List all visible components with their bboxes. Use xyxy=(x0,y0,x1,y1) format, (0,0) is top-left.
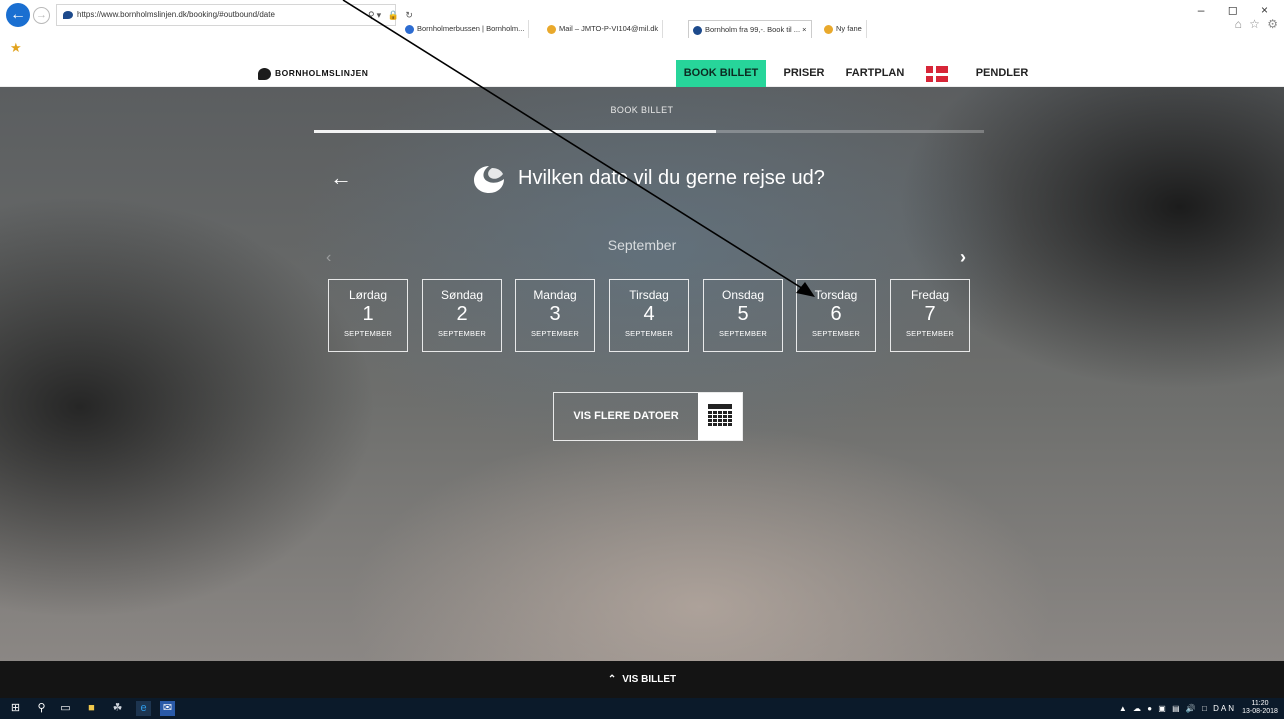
day-card[interactable]: Søndag 2 SEPTEMBER xyxy=(422,279,502,352)
day-date: 6 xyxy=(830,303,842,325)
task-view-icon[interactable]: ▭ xyxy=(58,701,73,716)
logo-mark-icon xyxy=(258,67,271,80)
system-tray[interactable]: ▲ ☁ ● ▣ ▤ 🔊 □ DAN xyxy=(1119,701,1236,716)
day-card[interactable]: Torsdag 6 SEPTEMBER xyxy=(796,279,876,352)
search-icon[interactable]: ⚲ xyxy=(34,701,49,716)
internet-explorer-icon[interactable]: e xyxy=(136,701,151,716)
tab-favicon-icon xyxy=(824,24,833,34)
month-label: September xyxy=(607,237,677,253)
nav-book-ticket[interactable]: BOOK BILLET xyxy=(676,60,766,87)
back-button[interactable]: ← xyxy=(6,3,30,27)
site-favicon-icon xyxy=(63,10,73,19)
day-month: SEPTEMBER xyxy=(811,329,861,338)
tab-mail[interactable]: Mail – JMTO-P-VI104@mil.dk xyxy=(543,20,664,38)
tab-favicon-icon xyxy=(405,24,414,34)
tab-label: Ny fane xyxy=(836,24,862,33)
window-controls[interactable]: – ◻ × xyxy=(1198,3,1278,17)
windows-taskbar: ⊞ ⚲ ▭ ■ ☘ e ✉ ▲ ☁ ● ▣ ▤ 🔊 □ DAN 11:20 13… xyxy=(0,698,1284,719)
tab-label: Mail – JMTO-P-VI104@mil.dk xyxy=(559,24,659,33)
day-weekday: Mandag xyxy=(533,288,577,302)
clock-date: 13-08-2018 xyxy=(1242,708,1278,715)
day-date: 1 xyxy=(362,303,374,325)
progress-fill xyxy=(314,130,716,133)
site-logo[interactable]: BORNHOLMSLINJEN xyxy=(258,67,368,80)
day-date: 7 xyxy=(924,303,936,325)
tab-new[interactable]: Ny fane xyxy=(820,20,867,38)
address-bar[interactable]: https://www.bornholmslinjen.dk/booking/#… xyxy=(56,4,396,26)
next-days-chevron-icon[interactable]: › xyxy=(960,247,966,268)
previous-days-chevron-icon[interactable]: ‹ xyxy=(326,249,331,267)
tab-bornholmerbussen[interactable]: Bornholmerbussen | Bornholm... xyxy=(401,20,530,38)
bornholmslinjen-logo-icon xyxy=(474,166,504,193)
favorites-star-icon[interactable]: ★ xyxy=(10,40,22,56)
site-header: BORNHOLMSLINJEN BOOK BILLET PRISER FARTP… xyxy=(0,60,1284,87)
day-card[interactable]: Fredag 7 SEPTEMBER xyxy=(890,279,970,352)
tab-label: Bornholm fra 99,-. Book til ... × xyxy=(705,25,807,34)
progress-bar xyxy=(314,130,984,133)
tab-favicon-icon xyxy=(693,25,702,35)
home-star-gear-icons[interactable]: ⌂ ☆ ⚙ xyxy=(1235,17,1280,31)
clock-time: 11:20 xyxy=(1251,700,1269,707)
day-weekday: Tirsdag xyxy=(629,288,669,302)
day-weekday: Onsdag xyxy=(721,288,765,302)
day-card[interactable]: Onsdag 5 SEPTEMBER xyxy=(703,279,783,352)
clock[interactable]: 11:20 13-08-2018 xyxy=(1240,700,1280,716)
chevron-up-icon: ⌃ xyxy=(607,674,617,685)
day-date: 4 xyxy=(643,303,655,325)
day-weekday: Søndag xyxy=(440,288,484,302)
file-explorer-icon[interactable]: ■ xyxy=(84,701,99,716)
tab-favicon-icon xyxy=(547,24,556,34)
day-month: SEPTEMBER xyxy=(343,329,393,338)
app-icon[interactable]: ☘ xyxy=(110,701,125,716)
day-date: 3 xyxy=(549,303,561,325)
day-card[interactable]: Tirsdag 4 SEPTEMBER xyxy=(609,279,689,352)
nav-commuter[interactable]: PENDLER xyxy=(972,60,1032,87)
day-weekday: Fredag xyxy=(910,288,950,302)
outlook-icon[interactable]: ✉ xyxy=(160,701,175,716)
nav-prices[interactable]: PRISER xyxy=(776,60,832,87)
show-more-dates-button[interactable]: VIS FLERE DATOER xyxy=(553,392,743,441)
tab-bornholm-active[interactable]: Bornholm fra 99,-. Book til ... × xyxy=(688,20,812,38)
day-month: SEPTEMBER xyxy=(624,329,674,338)
day-date: 5 xyxy=(737,303,749,325)
address-url: https://www.bornholmslinjen.dk/booking/#… xyxy=(77,10,275,19)
day-month: SEPTEMBER xyxy=(718,329,768,338)
calendar-icon[interactable] xyxy=(698,393,742,440)
logo-text: BORNHOLMSLINJEN xyxy=(275,68,369,78)
day-weekday: Torsdag xyxy=(814,288,858,302)
question-heading: Hvilken dato vil du gerne rejse ud? xyxy=(518,167,825,189)
show-ticket-bar[interactable]: ⌃ VIS BILLET xyxy=(0,661,1284,698)
nav-schedule[interactable]: FARTPLAN xyxy=(840,60,910,87)
day-card[interactable]: Mandag 3 SEPTEMBER xyxy=(515,279,595,352)
day-month: SEPTEMBER xyxy=(905,329,955,338)
browser-chrome: ← → https://www.bornholmslinjen.dk/booki… xyxy=(0,0,1284,60)
day-card[interactable]: Lørdag 1 SEPTEMBER xyxy=(328,279,408,352)
language-indicator[interactable]: DAN xyxy=(1213,704,1236,713)
show-more-dates-label: VIS FLERE DATOER xyxy=(573,410,679,422)
day-month: SEPTEMBER xyxy=(530,329,580,338)
day-weekday: Lørdag xyxy=(348,288,388,302)
forward-button[interactable]: → xyxy=(33,7,50,24)
step-title: BOOK BILLET xyxy=(610,105,674,115)
windows-start-icon[interactable]: ⊞ xyxy=(8,701,23,716)
show-ticket-label: VIS BILLET xyxy=(622,674,677,685)
day-month: SEPTEMBER xyxy=(437,329,487,338)
back-arrow-icon[interactable]: ← xyxy=(330,165,352,191)
day-date: 2 xyxy=(456,303,468,325)
booking-hero: BOOK BILLET ← Hvilken dato vil du gerne … xyxy=(0,87,1284,661)
danish-flag-icon[interactable] xyxy=(926,66,948,82)
tab-label: Bornholmerbussen | Bornholm... xyxy=(417,24,525,33)
